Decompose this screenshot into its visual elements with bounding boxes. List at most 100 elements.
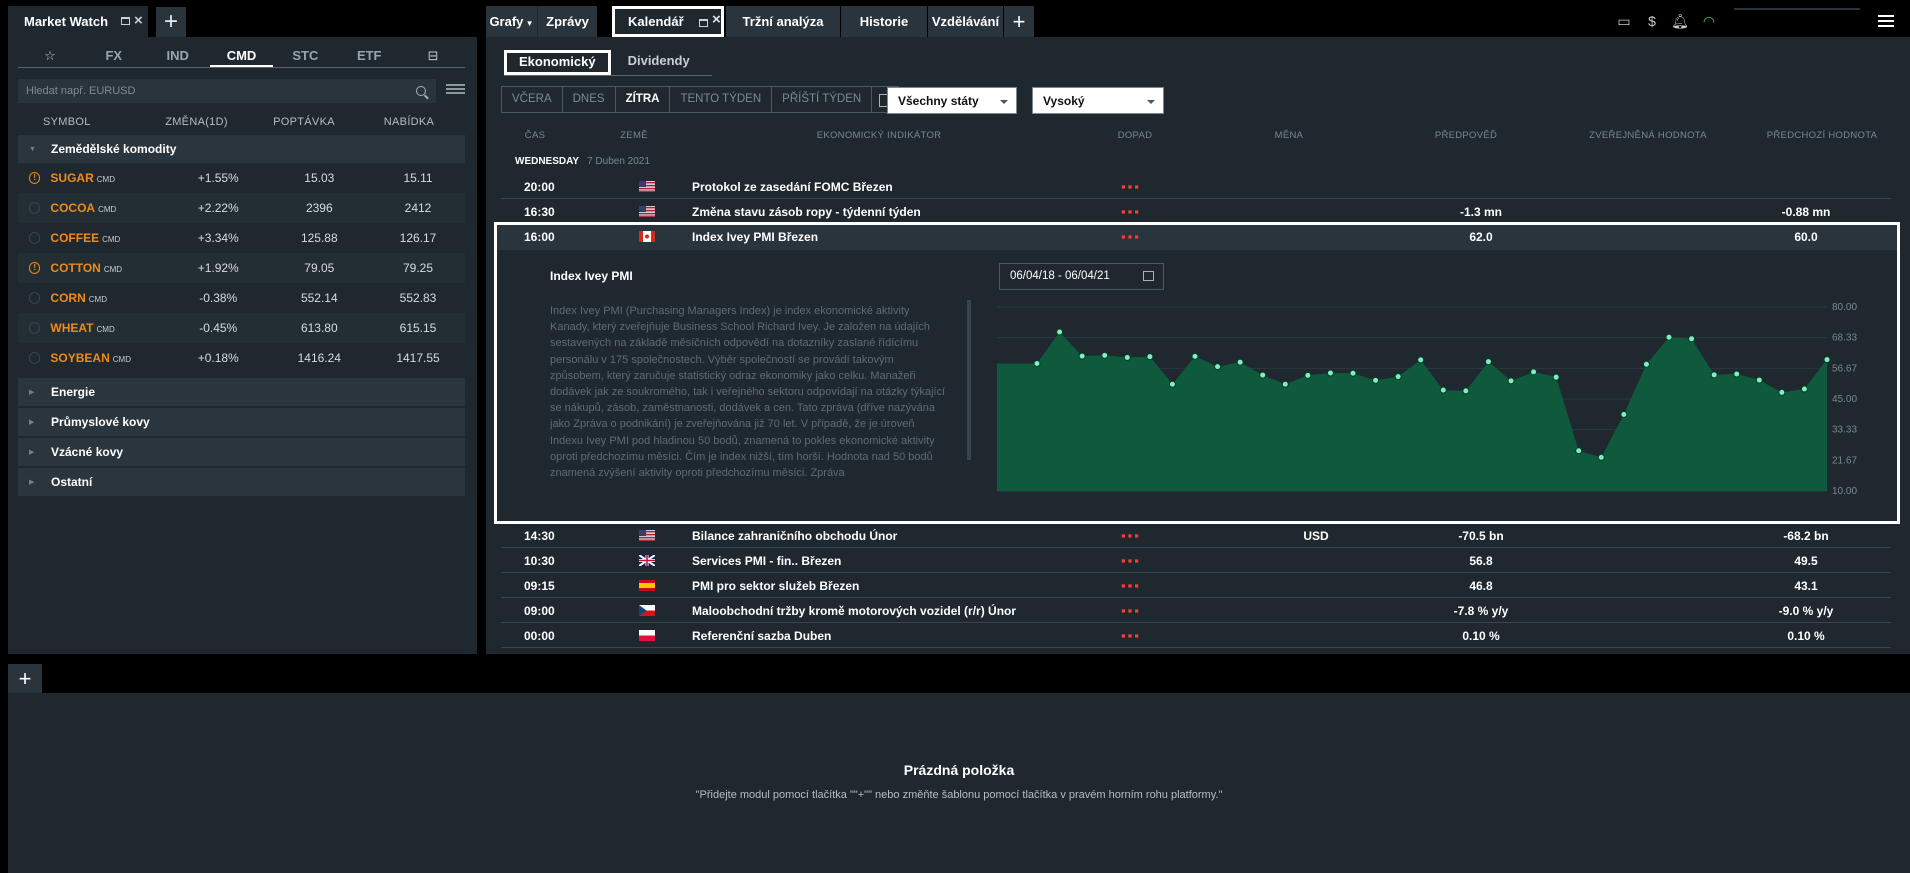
market-row[interactable]: ! SUGAR CMD +1.55% 15.03 15.11 — [18, 163, 465, 193]
description-scrollbar[interactable] — [967, 300, 971, 460]
category-tab-etf[interactable]: ETF — [337, 44, 401, 67]
ask-value[interactable]: 79.25 — [371, 261, 465, 275]
market-row[interactable]: CORN CMD -0.38% 552.14 552.83 — [18, 283, 465, 313]
day-tomorrow-button[interactable]: ZÍTRA — [616, 87, 671, 112]
category-tab-cmd[interactable]: CMD — [209, 44, 274, 67]
data-point[interactable] — [1620, 411, 1628, 419]
market-row[interactable]: ! COTTON CMD +1.92% 79.05 79.25 — [18, 253, 465, 283]
data-point[interactable] — [1033, 360, 1041, 368]
event-row[interactable]: 10:30 Services PMI - fin.. Březen ▪▪▪ 56.8 4… — [501, 549, 1891, 573]
group-agricultural[interactable]: ▼ Zemědělské komodity — [18, 135, 465, 163]
event-row[interactable]: 14:30 Bilance zahraničního obchodu Únor ▪▪… — [501, 524, 1891, 548]
symbol-search-input[interactable]: Hledat např. EURUSD — [18, 79, 436, 103]
data-point[interactable] — [1259, 371, 1267, 379]
group-precious-metals[interactable]: ▶ Vzácné kovy — [18, 438, 465, 466]
category-tab-ind[interactable]: IND — [146, 44, 210, 67]
data-point[interactable] — [1146, 353, 1154, 361]
favorites-star-icon[interactable]: ☆ — [18, 44, 82, 67]
bid-value[interactable]: 15.03 — [268, 171, 371, 185]
col-bid[interactable]: POPTÁVKA — [249, 112, 359, 132]
data-point[interactable] — [1778, 388, 1786, 396]
data-point[interactable] — [1507, 377, 1515, 385]
event-row[interactable]: 09:15 PMI pro sektor služeb Březen ▪▪▪ 46.8… — [501, 574, 1891, 598]
data-point[interactable] — [1530, 368, 1538, 376]
close-icon[interactable]: × — [712, 7, 721, 32]
date-range-input[interactable]: 06/04/18 - 06/04/21 — [999, 263, 1164, 290]
event-row[interactable]: 20:00 Protokol ze zasedání FOMC Březen ▪▪▪ — [501, 175, 1891, 199]
ask-value[interactable]: 126.17 — [371, 231, 465, 245]
bid-value[interactable]: 613.80 — [268, 321, 371, 335]
data-point[interactable] — [1349, 369, 1357, 377]
data-point[interactable] — [1191, 352, 1199, 360]
search-icon[interactable] — [416, 86, 426, 96]
market-row[interactable]: SOYBEAN CMD +0.18% 1416.24 1417.55 — [18, 343, 465, 373]
data-point[interactable] — [1078, 352, 1086, 360]
market-row[interactable]: WHEAT CMD -0.45% 613.80 615.15 — [18, 313, 465, 343]
data-point[interactable] — [1394, 373, 1402, 381]
add-bottom-module-button[interactable]: + — [8, 664, 42, 693]
data-point[interactable] — [1552, 373, 1560, 381]
menu-icon[interactable] — [1878, 15, 1894, 27]
tab-charts[interactable]: Grafy ▼ — [486, 6, 537, 37]
day-this-week-button[interactable]: TENTO TÝDEN — [670, 87, 773, 112]
data-point[interactable] — [1439, 386, 1447, 394]
tab-education[interactable]: Vzdělávání — [928, 6, 1003, 37]
day-yesterday-button[interactable]: VČERA — [502, 87, 563, 112]
col-change[interactable]: ZMĚNA(1D) — [144, 112, 249, 132]
data-point[interactable] — [1462, 387, 1470, 395]
bid-value[interactable]: 2396 — [268, 201, 371, 215]
close-icon[interactable]: × — [134, 13, 143, 28]
data-point[interactable] — [1372, 376, 1380, 384]
tab-calendar[interactable]: Kalendář × — [612, 6, 724, 37]
event-row[interactable]: 16:00 Index Ivey PMI Březen ▪▪▪ 62.0 60.0 — [501, 225, 1891, 249]
grid-view-icon[interactable] — [446, 84, 465, 98]
group-industrial-metals[interactable]: ▶ Průmyslové kovy — [18, 408, 465, 436]
tab-market-analysis[interactable]: Tržní analýza — [726, 6, 840, 37]
category-tab-fx[interactable]: FX — [82, 44, 146, 67]
data-point[interactable] — [1304, 371, 1312, 379]
data-point[interactable] — [1484, 358, 1492, 366]
impact-select[interactable]: Vysoký — [1032, 87, 1164, 114]
day-next-week-button[interactable]: PŘÍŠTÍ TÝDEN — [772, 87, 873, 112]
notification-bell-icon[interactable]: 🔔︎ — [1670, 11, 1690, 31]
data-point[interactable] — [1168, 380, 1176, 388]
ask-value[interactable]: 615.15 — [371, 321, 465, 335]
data-point[interactable] — [1281, 380, 1289, 388]
data-point[interactable] — [1755, 376, 1763, 384]
bid-value[interactable]: 79.05 — [268, 261, 371, 275]
tab-history[interactable]: Historie — [841, 6, 927, 37]
data-point[interactable] — [1214, 363, 1222, 371]
data-point[interactable] — [1823, 356, 1831, 364]
bid-value[interactable]: 552.14 — [268, 291, 371, 305]
group-energy[interactable]: ▶ Energie — [18, 378, 465, 406]
event-row[interactable]: 16:30 Změna stavu zásob ropy - týdenní tý… — [501, 200, 1891, 224]
portfolio-icon[interactable]: ⊟ — [401, 44, 465, 67]
bid-value[interactable]: 125.88 — [268, 231, 371, 245]
data-point[interactable] — [1733, 370, 1741, 378]
data-point[interactable] — [1665, 333, 1673, 341]
event-row[interactable]: 00:00 Referenční sazba Duben ▪▪▪ 0.10 % 0.10… — [501, 624, 1891, 648]
data-point[interactable] — [1642, 360, 1650, 368]
data-point[interactable] — [1575, 447, 1583, 455]
data-point[interactable] — [1417, 356, 1425, 364]
window-icon[interactable] — [121, 17, 130, 25]
ask-value[interactable]: 552.83 — [371, 291, 465, 305]
data-point[interactable] — [1800, 385, 1808, 393]
layout-icon[interactable]: ▭ — [1614, 11, 1634, 31]
market-row[interactable]: COCOA CMD +2.22% 2396 2412 — [18, 193, 465, 223]
country-select[interactable]: Všechny státy — [887, 87, 1017, 114]
data-point[interactable] — [1101, 351, 1109, 359]
tab-economic[interactable]: Ekonomický — [504, 50, 611, 75]
ask-value[interactable]: 1417.55 — [371, 351, 465, 365]
add-tab-button[interactable]: + — [1004, 6, 1034, 37]
data-point[interactable] — [1688, 335, 1696, 343]
ask-value[interactable]: 15.11 — [371, 171, 465, 185]
data-point[interactable] — [1236, 358, 1244, 366]
data-point[interactable] — [1326, 369, 1334, 377]
tab-news[interactable]: Zprávy — [537, 6, 597, 37]
tab-dividends[interactable]: Dividendy — [616, 50, 702, 75]
col-ask[interactable]: NABÍDKA — [359, 112, 459, 132]
add-module-button[interactable]: + — [156, 6, 186, 37]
data-point[interactable] — [1597, 453, 1605, 461]
event-row[interactable]: 09:00 Maloobchodní tržby kromě motorových… — [501, 599, 1891, 623]
